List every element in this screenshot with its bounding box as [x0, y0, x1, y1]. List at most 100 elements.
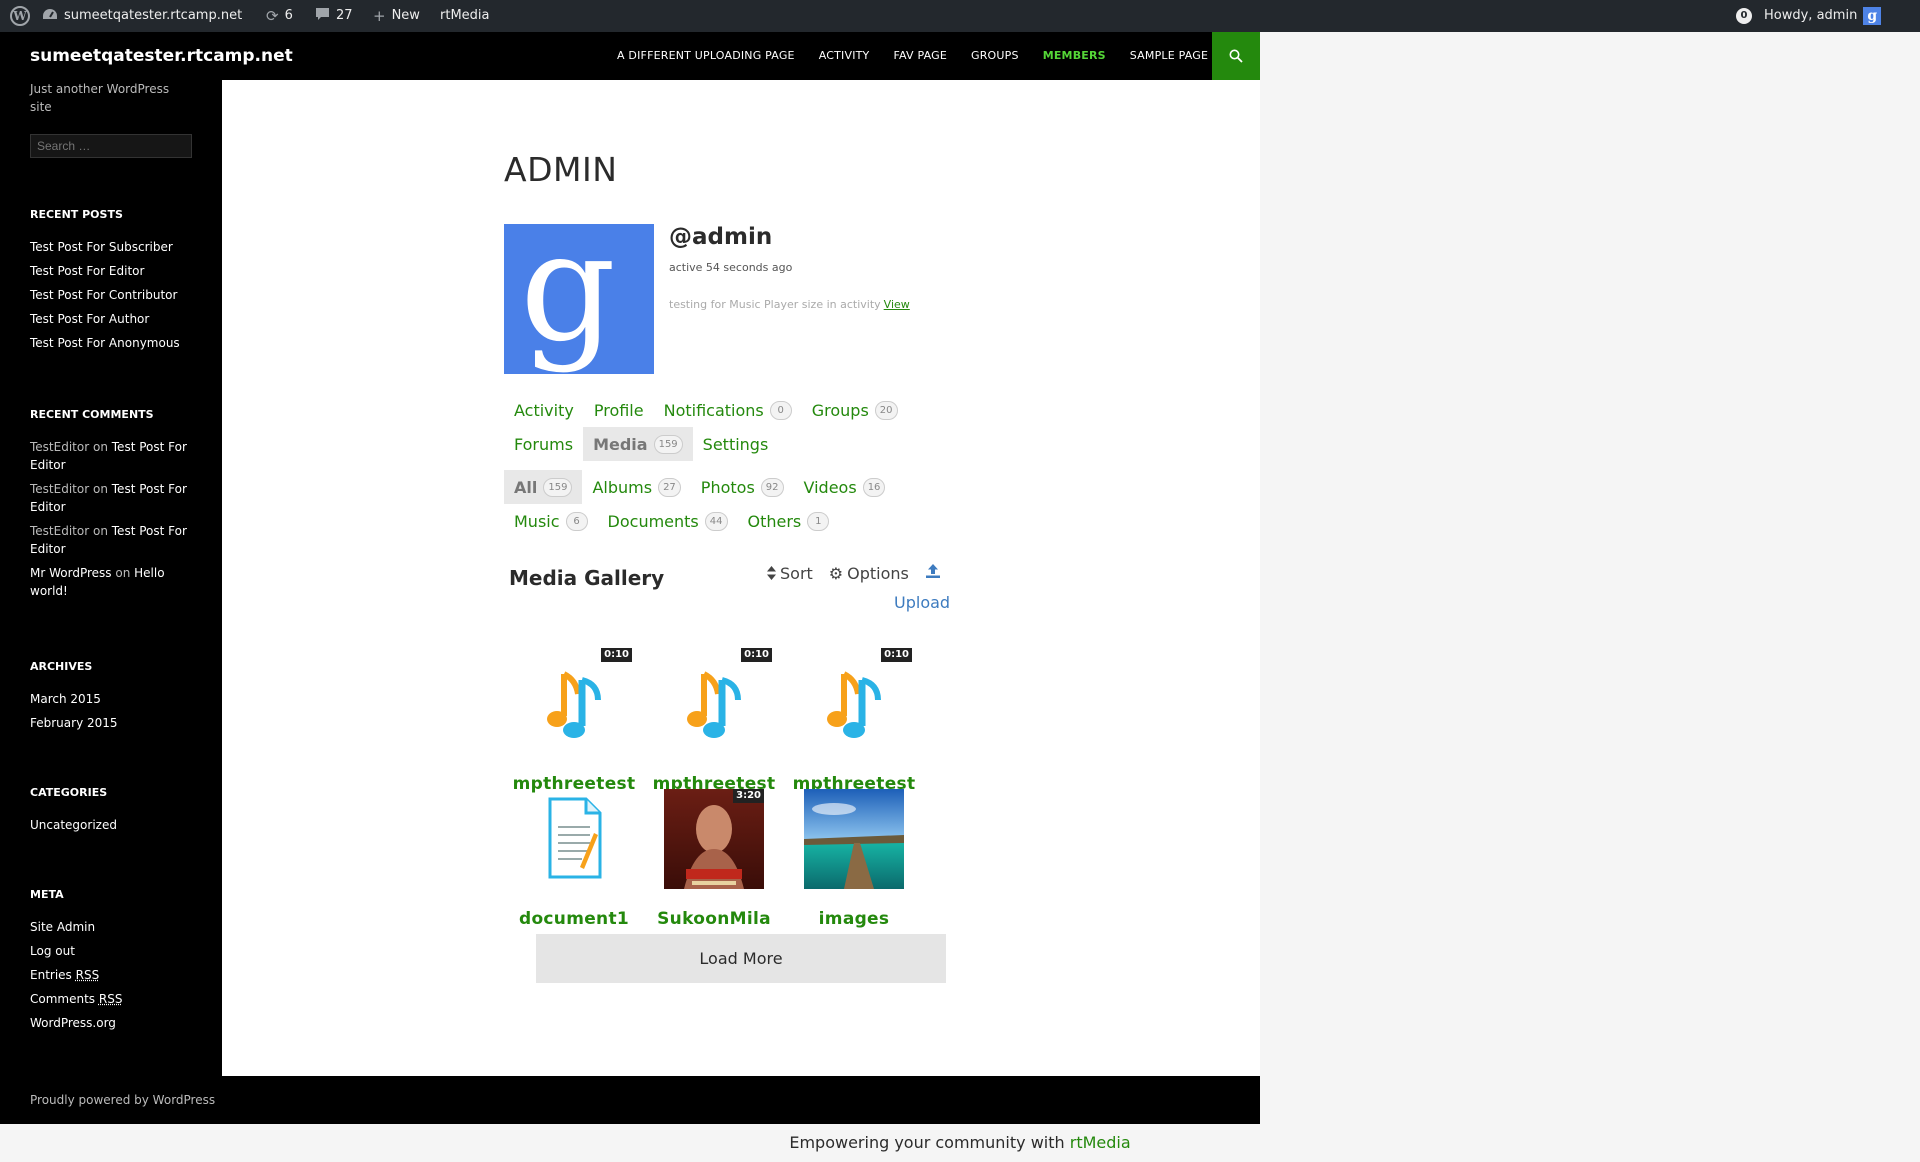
dashboard-icon: [42, 0, 58, 32]
sort-button[interactable]: Sort: [767, 564, 813, 583]
subtab-label: Documents: [607, 511, 699, 531]
tab-forums[interactable]: Forums: [504, 427, 583, 461]
sort-label: Sort: [780, 563, 813, 583]
subtab-label: Albums: [592, 477, 653, 497]
recent-comment-item: TestEditor on Test Post For Editor: [30, 522, 200, 558]
media-item[interactable]: 0:10 mpthreetest: [504, 648, 644, 794]
subtab-videos[interactable]: Videos 16: [794, 470, 896, 504]
comment-author[interactable]: TestEditor: [30, 440, 89, 454]
archives-list: March 2015 February 2015: [30, 690, 200, 738]
archive-link[interactable]: February 2015: [30, 714, 200, 732]
tab-notifications[interactable]: Notifications 0: [654, 393, 802, 427]
adminbar-my-account[interactable]: Howdy, admin g: [1764, 0, 1882, 32]
latest-update-text: testing for Music Player size in activit…: [669, 298, 881, 311]
nav-item-fav-page[interactable]: Fav Page: [881, 32, 959, 80]
comments-count: 27: [336, 8, 353, 23]
sort-icon: [767, 566, 776, 580]
media-title[interactable]: images: [784, 909, 924, 929]
subtab-label: Music: [514, 511, 560, 531]
admin-bar: W sumeetqatester.rtcamp.net ⟳ 6 27 + New…: [0, 0, 1920, 32]
subtab-photos[interactable]: Photos 92: [691, 470, 794, 504]
music-icon[interactable]: 0:10: [804, 648, 912, 754]
recent-post-link[interactable]: Test Post For Subscriber: [30, 238, 200, 256]
site-title[interactable]: sumeetqatester.rtcamp.net: [30, 32, 293, 80]
count-badge: 159: [543, 477, 573, 497]
recent-posts-title: Recent Posts: [30, 208, 123, 221]
footer-credit[interactable]: Proudly powered by WordPress: [30, 1076, 215, 1124]
subtab-others[interactable]: Others 1: [738, 504, 840, 538]
search-toggle-button[interactable]: [1212, 32, 1260, 80]
comment-author[interactable]: Mr WordPress: [30, 566, 112, 580]
log-out-link[interactable]: Log out: [30, 942, 200, 960]
nav-item-sample-page[interactable]: Sample Page: [1118, 32, 1220, 80]
tab-label: Settings: [702, 434, 769, 454]
document-icon[interactable]: [524, 789, 624, 889]
count-badge: 6: [565, 511, 588, 531]
recent-post-link[interactable]: Test Post For Author: [30, 310, 200, 328]
adminbar-site-name: sumeetqatester.rtcamp.net: [64, 8, 243, 23]
recent-post-link[interactable]: Test Post For Editor: [30, 262, 200, 280]
nav-item-members[interactable]: Members: [1031, 32, 1118, 80]
archive-link[interactable]: March 2015: [30, 690, 200, 708]
subtab-albums[interactable]: Albums 27: [582, 470, 690, 504]
subtab-documents[interactable]: Documents 44: [598, 504, 738, 538]
rtmedia-footer-link[interactable]: rtMedia: [1070, 1133, 1131, 1152]
music-icon[interactable]: 0:10: [524, 648, 632, 754]
comments-rss-link[interactable]: Comments RSS: [30, 990, 200, 1008]
category-link[interactable]: Uncategorized: [30, 816, 200, 834]
media-item[interactable]: 3:20 SukoonMila: [644, 789, 784, 929]
tab-activity[interactable]: Activity: [504, 393, 584, 427]
upload-icon[interactable]: [925, 563, 941, 583]
entries-rss-link[interactable]: Entries RSS: [30, 966, 200, 984]
rss-label: RSS: [98, 992, 123, 1006]
adminbar-notifications[interactable]: 0: [1736, 0, 1752, 32]
media-title[interactable]: document1: [504, 909, 644, 929]
adminbar-updates[interactable]: ⟳ 6: [266, 0, 293, 32]
comment-author[interactable]: TestEditor: [30, 524, 89, 538]
recent-post-link[interactable]: Test Post For Contributor: [30, 286, 200, 304]
tab-label: Forums: [514, 434, 574, 454]
count-badge: 0: [769, 400, 792, 420]
adminbar-site-link[interactable]: sumeetqatester.rtcamp.net: [42, 0, 242, 32]
sidebar-search-input[interactable]: [30, 134, 192, 158]
avatar[interactable]: g: [504, 224, 654, 374]
comments-label: Comments: [30, 992, 96, 1006]
media-title[interactable]: SukoonMila: [644, 909, 784, 929]
tab-profile[interactable]: Profile: [584, 393, 654, 427]
tab-media[interactable]: Media 159: [583, 427, 693, 461]
load-more-button[interactable]: Load More: [536, 934, 946, 983]
media-item[interactable]: 0:10 mpthreetest: [784, 648, 924, 794]
rtmedia-label: rtMedia: [440, 8, 490, 23]
recent-comments-list: TestEditor on Test Post For Editor TestE…: [30, 438, 200, 606]
notification-count-badge: 0: [1736, 8, 1752, 24]
media-item[interactable]: document1: [504, 789, 644, 929]
recent-post-link[interactable]: Test Post For Anonymous: [30, 334, 200, 352]
updates-count: 6: [284, 8, 293, 23]
gear-icon: ⚙: [828, 563, 844, 583]
site-footer: Proudly powered by WordPress: [0, 1076, 1260, 1124]
nav-item-groups[interactable]: Groups: [959, 32, 1031, 80]
gallery-title: Media Gallery: [509, 566, 665, 590]
nav-item-different-uploading-page[interactable]: A Different Uploading Page: [605, 32, 807, 80]
subtab-all[interactable]: All 159: [504, 470, 583, 504]
subtab-music[interactable]: Music 6: [504, 504, 598, 538]
site-admin-link[interactable]: Site Admin: [30, 918, 200, 936]
adminbar-comments[interactable]: 27: [315, 0, 353, 32]
photo-thumbnail[interactable]: [804, 789, 904, 889]
tab-settings[interactable]: Settings: [693, 427, 779, 461]
nav-item-activity[interactable]: Activity: [807, 32, 882, 80]
wordpress-org-link[interactable]: WordPress.org: [30, 1014, 200, 1032]
view-link[interactable]: View: [884, 298, 910, 311]
video-thumbnail[interactable]: 3:20: [664, 789, 764, 889]
adminbar-rtmedia[interactable]: rtMedia: [440, 0, 490, 32]
music-icon[interactable]: 0:10: [664, 648, 772, 754]
comment-author[interactable]: TestEditor: [30, 482, 89, 496]
media-item[interactable]: images: [784, 789, 924, 929]
tab-groups[interactable]: Groups 20: [802, 393, 908, 427]
options-button[interactable]: ⚙ Options: [829, 564, 909, 583]
tab-label: Activity: [514, 400, 574, 420]
adminbar-new[interactable]: + New: [373, 0, 420, 32]
upload-link[interactable]: Upload: [894, 593, 950, 612]
wordpress-logo-icon[interactable]: W: [10, 0, 30, 32]
media-item[interactable]: 0:10 mpthreetest: [644, 648, 784, 794]
